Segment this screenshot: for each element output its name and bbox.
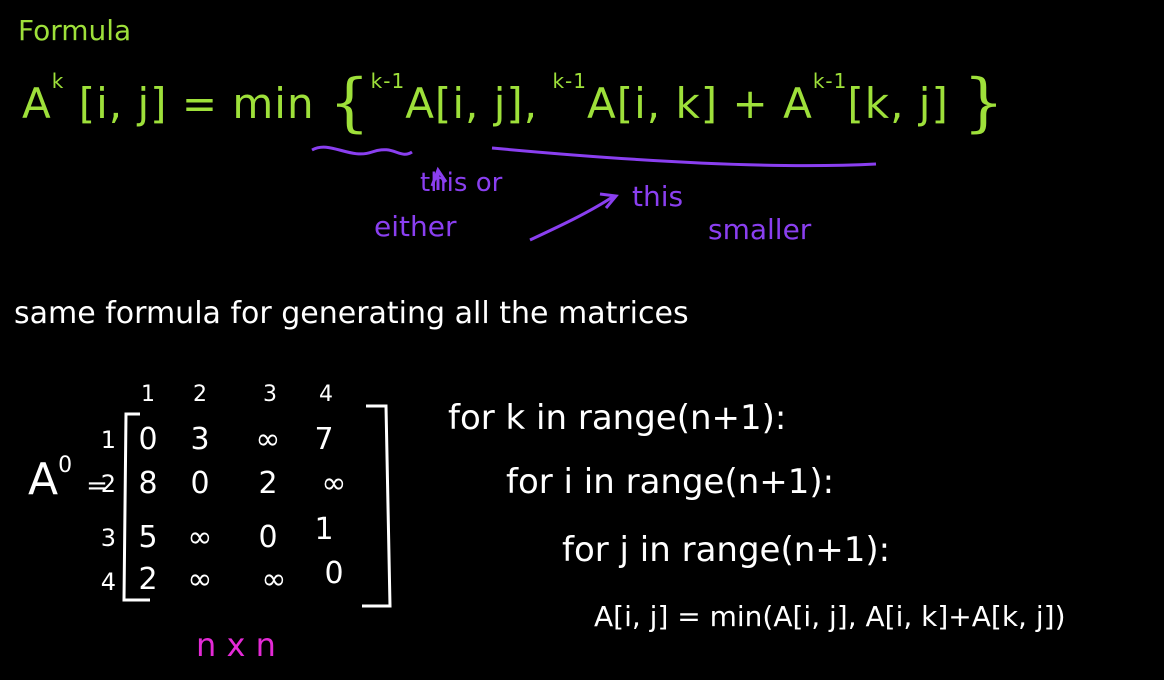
matrix-cell: 2 [138,562,158,597]
matrix-cell: ∞ [321,466,347,501]
matrix-cell: 8 [138,466,158,501]
code-line-outer-loop: for k in range(n+1): [448,398,787,438]
code-line-middle-loop: for i in range(n+1): [506,462,835,502]
code-line-inner-loop: for j in range(n+1): [562,530,891,570]
matrix-cell: 2 [258,466,278,501]
matrix-cell: 0 [138,422,158,457]
matrix-cell: 3 [190,422,210,457]
matrix-cell: ∞ [187,562,213,597]
matrix-cell: 5 [138,520,158,555]
matrix-cell: 0 [258,520,278,555]
matrix-cell: 0 [190,466,210,501]
matrix-size-label: n x n [196,626,276,664]
matrix-cell: ∞ [187,520,213,555]
matrix-cell: ∞ [261,562,287,597]
matrix-brackets [122,404,392,608]
matrix-cell: 7 [314,422,334,457]
matrix-cell: ∞ [255,422,281,457]
matrix-cell: 1 [314,512,334,547]
matrix-cell: 0 [324,556,344,591]
code-line-update: A[i, j] = min(A[i, j], A[i, k]+A[k, j]) [594,600,1066,633]
